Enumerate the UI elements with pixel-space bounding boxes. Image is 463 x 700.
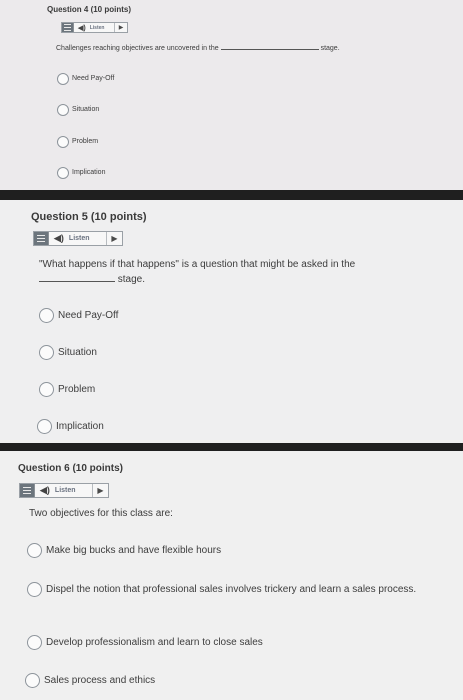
radio-button[interactable] [27,543,42,558]
radio-button[interactable] [39,308,54,323]
question-6-panel: Question 6 (10 points) ◀) Listen ▶ Two o… [0,451,463,700]
listen-toolbar[interactable]: ◀) Listen ▶ [33,231,123,246]
option-label: Sales process and ethics [44,675,156,686]
play-icon[interactable]: ▶ [92,484,108,497]
option-label: Problem [58,384,96,395]
option-dispel-notion[interactable]: Dispel the notion that professional sale… [27,582,441,597]
prompt-text-end: stage. [320,45,340,52]
radio-button[interactable] [57,167,69,179]
radio-button[interactable] [39,345,54,360]
question-4-panel: Question 4 (10 points) ◀) Listen ▶ Chall… [0,0,463,190]
question-prompt: "What happens if that happens" is a ques… [39,257,439,287]
radio-button[interactable] [25,673,40,688]
option-implication[interactable]: Implication [37,419,104,434]
option-label: Make big bucks and have flexible hours [46,545,222,556]
option-need-pay-off[interactable]: Need Pay-Off [39,308,118,323]
option-label: Situation [72,106,100,113]
option-problem[interactable]: Problem [39,382,95,397]
prompt-text: "What happens if that happens" is a ques… [39,259,356,270]
question-prompt: Two objectives for this class are: [29,508,173,519]
option-implication[interactable]: Implication [57,167,105,179]
option-make-big-bucks[interactable]: Make big bucks and have flexible hours [27,543,446,558]
option-situation[interactable]: Situation [57,104,99,116]
speaker-icon: ◀) [54,233,64,243]
radio-button[interactable] [57,136,69,148]
option-sales-process-ethics[interactable]: Sales process and ethics [25,673,444,688]
prompt-text-end: stage. [117,274,146,285]
listen-toolbar[interactable]: ◀) Listen ▶ [61,22,128,33]
prompt-text: Challenges reaching objectives are uncov… [56,45,219,52]
question-5-panel: Question 5 (10 points) ◀) Listen ▶ "What… [0,200,463,443]
listen-menu-icon[interactable] [62,23,74,32]
option-label: Implication [72,169,106,176]
listen-label[interactable]: Listen [55,487,76,494]
listen-label[interactable]: Listen [69,235,90,242]
listen-menu-icon[interactable] [20,484,35,497]
option-label: Situation [58,347,97,358]
radio-button[interactable] [27,582,42,597]
question-title: Question 6 (10 points) [18,463,124,474]
option-situation[interactable]: Situation [39,345,97,360]
play-icon[interactable]: ▶ [114,23,127,32]
radio-button[interactable] [57,104,69,116]
answer-blank [39,281,115,282]
question-title: Question 5 (10 points) [31,211,147,223]
listen-menu-icon[interactable] [34,232,49,245]
option-need-pay-off[interactable]: Need Pay-Off [57,73,114,85]
option-label: Need Pay-Off [58,310,119,321]
option-label: Implication [56,421,104,432]
radio-button[interactable] [57,73,69,85]
option-label: Problem [72,138,99,145]
question-prompt: Challenges reaching objectives are uncov… [56,45,426,52]
radio-button[interactable] [39,382,54,397]
speaker-icon: ◀) [40,485,50,495]
speaker-icon: ◀) [78,24,86,32]
play-icon[interactable]: ▶ [106,232,122,245]
radio-button[interactable] [27,635,42,650]
question-title: Question 4 (10 points) [47,5,132,14]
option-label: Dispel the notion that professional sale… [46,584,417,595]
listen-label[interactable]: Listen [90,25,105,31]
option-label: Need Pay-Off [72,75,115,82]
option-problem[interactable]: Problem [57,136,98,148]
listen-toolbar[interactable]: ◀) Listen ▶ [19,483,109,498]
option-develop-professionalism[interactable]: Develop professionalism and learn to clo… [27,635,446,650]
radio-button[interactable] [37,419,52,434]
option-label: Develop professionalism and learn to clo… [46,637,263,648]
answer-blank [220,49,319,50]
